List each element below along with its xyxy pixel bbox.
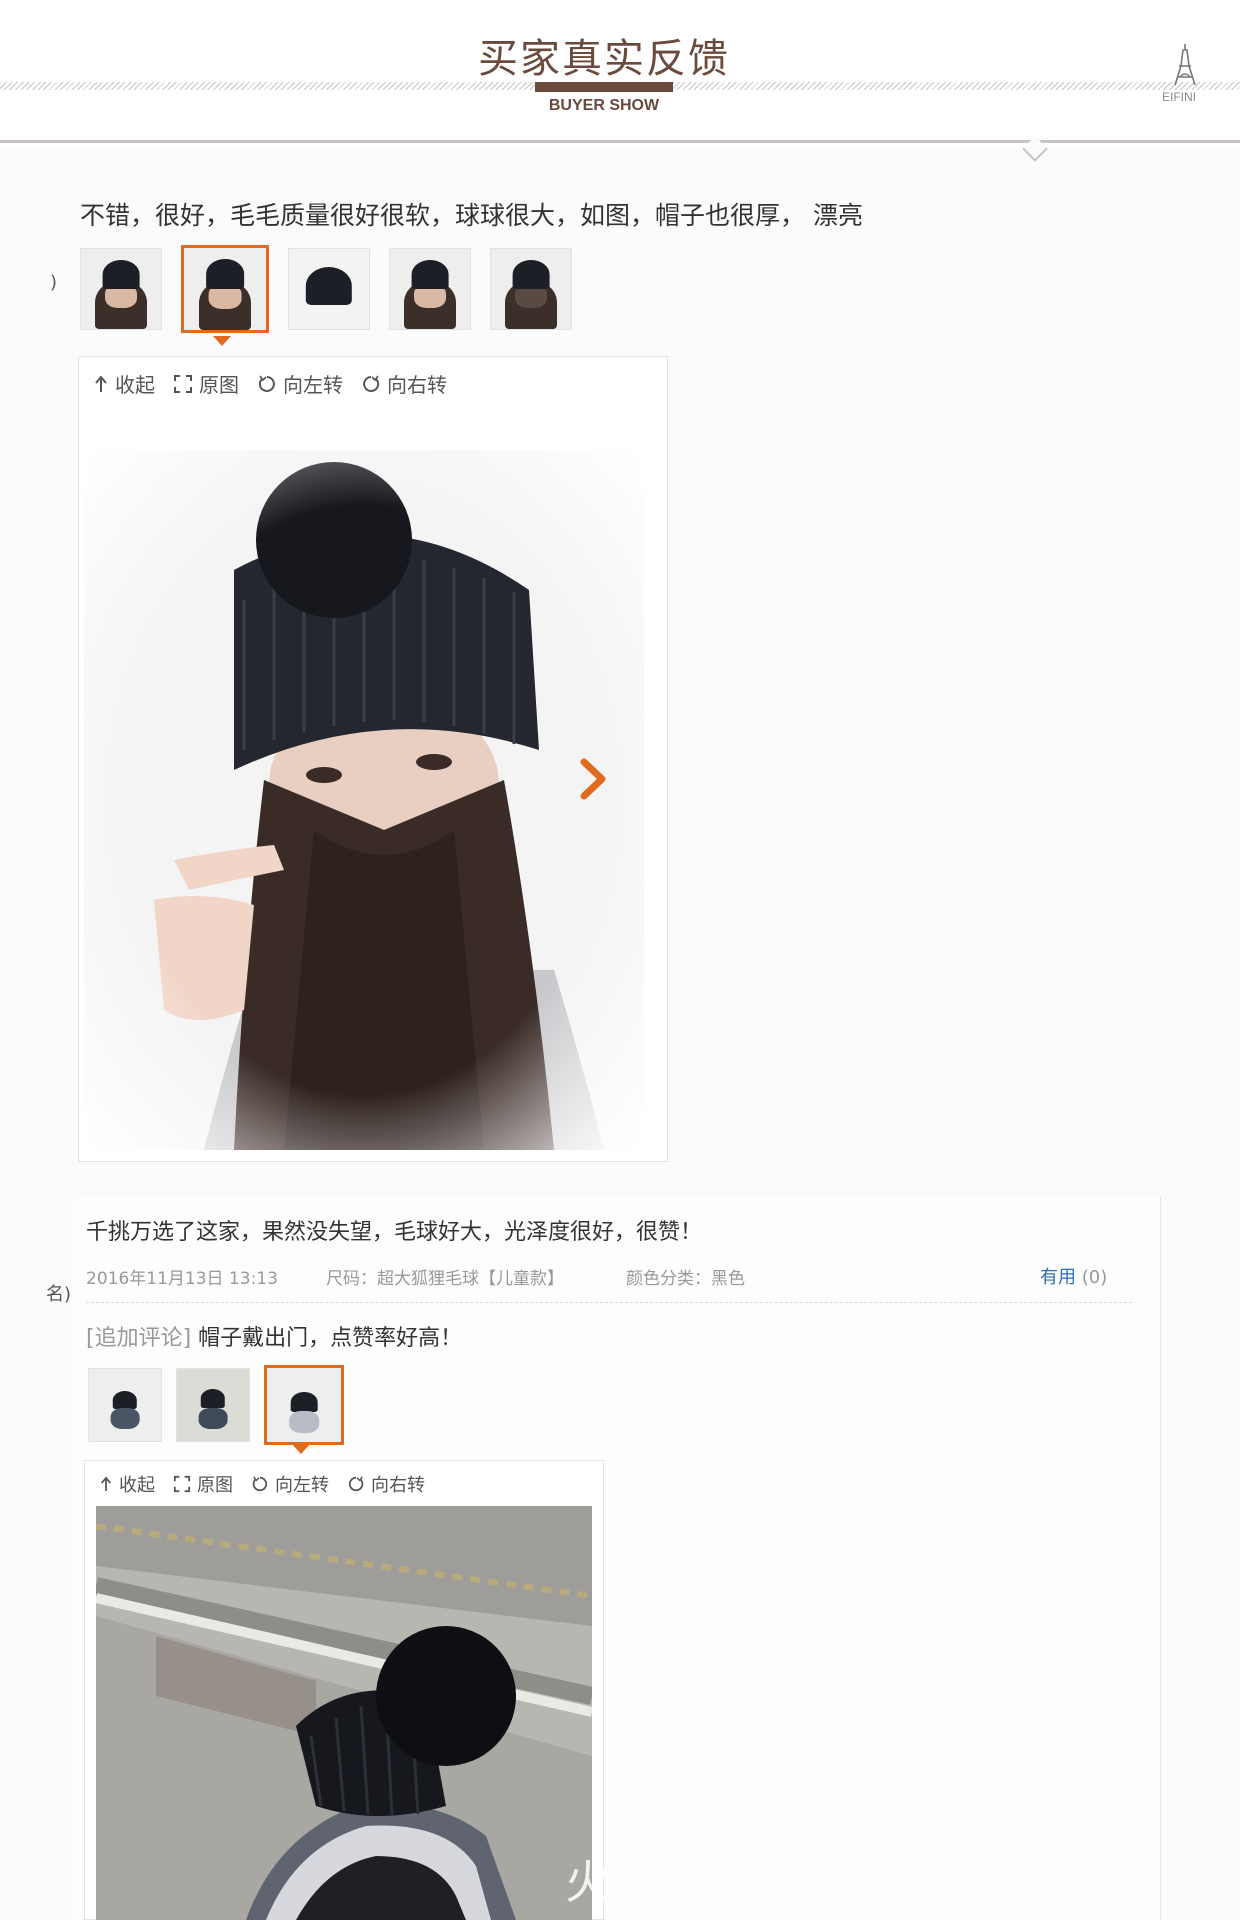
brand-logo-text: EIFINI	[1162, 90, 1197, 104]
rotate-right-button[interactable]: 向右转	[347, 1471, 425, 1497]
rotate-left-label: 向左转	[283, 373, 343, 397]
review-thumbnail[interactable]	[288, 248, 370, 330]
thumbnail-pointer	[213, 336, 231, 346]
rotate-left-icon	[258, 375, 275, 392]
append-review-label: [追加评论]	[86, 1326, 192, 1351]
review-2-size: 尺码：超大狐狸毛球【儿童款】	[326, 1269, 564, 1289]
rotate-right-label: 向右转	[387, 373, 447, 397]
rotate-left-icon	[252, 1476, 268, 1492]
review-2-thumbnails	[88, 1365, 363, 1445]
collapse-button[interactable]: 收起	[99, 1471, 155, 1497]
collapse-label: 收起	[115, 373, 155, 397]
original-image-button[interactable]: 原图	[173, 369, 239, 398]
useful-label: 有用	[1040, 1267, 1076, 1288]
collapse-icon	[95, 374, 107, 392]
woman-in-beanie-photo	[84, 450, 644, 1150]
rotate-right-icon	[363, 375, 380, 392]
page-header: 买家真实反馈 BUYER SHOW EIFINI	[0, 0, 1240, 162]
collapse-label: 收起	[119, 1475, 155, 1496]
collapse-button[interactable]: 收起	[93, 369, 155, 398]
review-thumbnail[interactable]	[88, 1368, 162, 1442]
rotate-left-label: 向左转	[275, 1475, 329, 1496]
review-thumbnail[interactable]	[490, 248, 572, 330]
append-review-text: 帽子戴出门，点赞率好高！	[198, 1326, 463, 1351]
review-2-color: 颜色分类：黑色	[626, 1269, 745, 1289]
review-thumbnail[interactable]	[176, 1368, 250, 1442]
section-title: 买家真实反馈	[478, 36, 730, 82]
review-thumbnail-selected[interactable]	[181, 245, 269, 333]
review-1-edge-char: )	[50, 272, 58, 293]
review-2-divider	[86, 1302, 1132, 1303]
child-in-pompom-hat-photo	[96, 1506, 592, 1920]
review-2-edge-char: 名)	[46, 1284, 72, 1305]
eiffel-tower-icon	[1174, 44, 1196, 86]
next-image-arrow-icon[interactable]	[576, 756, 610, 802]
original-image-button[interactable]: 原图	[173, 1471, 233, 1497]
rotate-left-button[interactable]: 向左转	[251, 1471, 329, 1497]
review-thumbnail-selected[interactable]	[264, 1365, 344, 1445]
review-2-date: 2016年11月13日 13:13	[86, 1269, 278, 1289]
rotate-right-button[interactable]: 向右转	[361, 369, 447, 398]
expand-icon	[174, 374, 192, 393]
section-subtitle: BUYER SHOW	[548, 97, 660, 114]
useful-count: (0)	[1081, 1267, 1108, 1288]
review-thumbnail[interactable]	[80, 248, 162, 330]
review-2-append: [追加评论] 帽子戴出门，点赞率好高！	[86, 1320, 462, 1352]
rotate-right-label: 向右转	[371, 1475, 425, 1496]
original-image-label: 原图	[199, 373, 239, 397]
watermark-text: 火	[565, 1855, 611, 1909]
header-divider	[0, 140, 1240, 143]
review-1-photo[interactable]	[84, 450, 644, 1150]
title-underline	[535, 82, 673, 92]
original-image-label: 原图	[197, 1475, 233, 1496]
image-toolbar: 收起 原图 向左转 向右转	[93, 369, 465, 398]
review-thumbnail[interactable]	[389, 248, 471, 330]
expand-icon	[173, 1475, 191, 1493]
collapse-icon	[100, 1476, 112, 1491]
rotate-right-icon	[348, 1476, 364, 1492]
review-1-thumbnails	[80, 245, 591, 333]
thumbnail-pointer	[292, 1444, 310, 1454]
review-1-text: 不错，很好，毛毛质量很好很软，球球很大，如图，帽子也很厚， 漂亮	[80, 201, 863, 230]
rotate-left-button[interactable]: 向左转	[257, 369, 343, 398]
review-2-text: 千挑万选了这家，果然没失望，毛球好大，光泽度很好，很赞！	[86, 1220, 703, 1245]
useful-button[interactable]: 有用 (0)	[1040, 1263, 1107, 1289]
image-toolbar: 收起 原图 向左转 向右转	[99, 1471, 443, 1497]
review-2-photo[interactable]	[96, 1506, 592, 1920]
